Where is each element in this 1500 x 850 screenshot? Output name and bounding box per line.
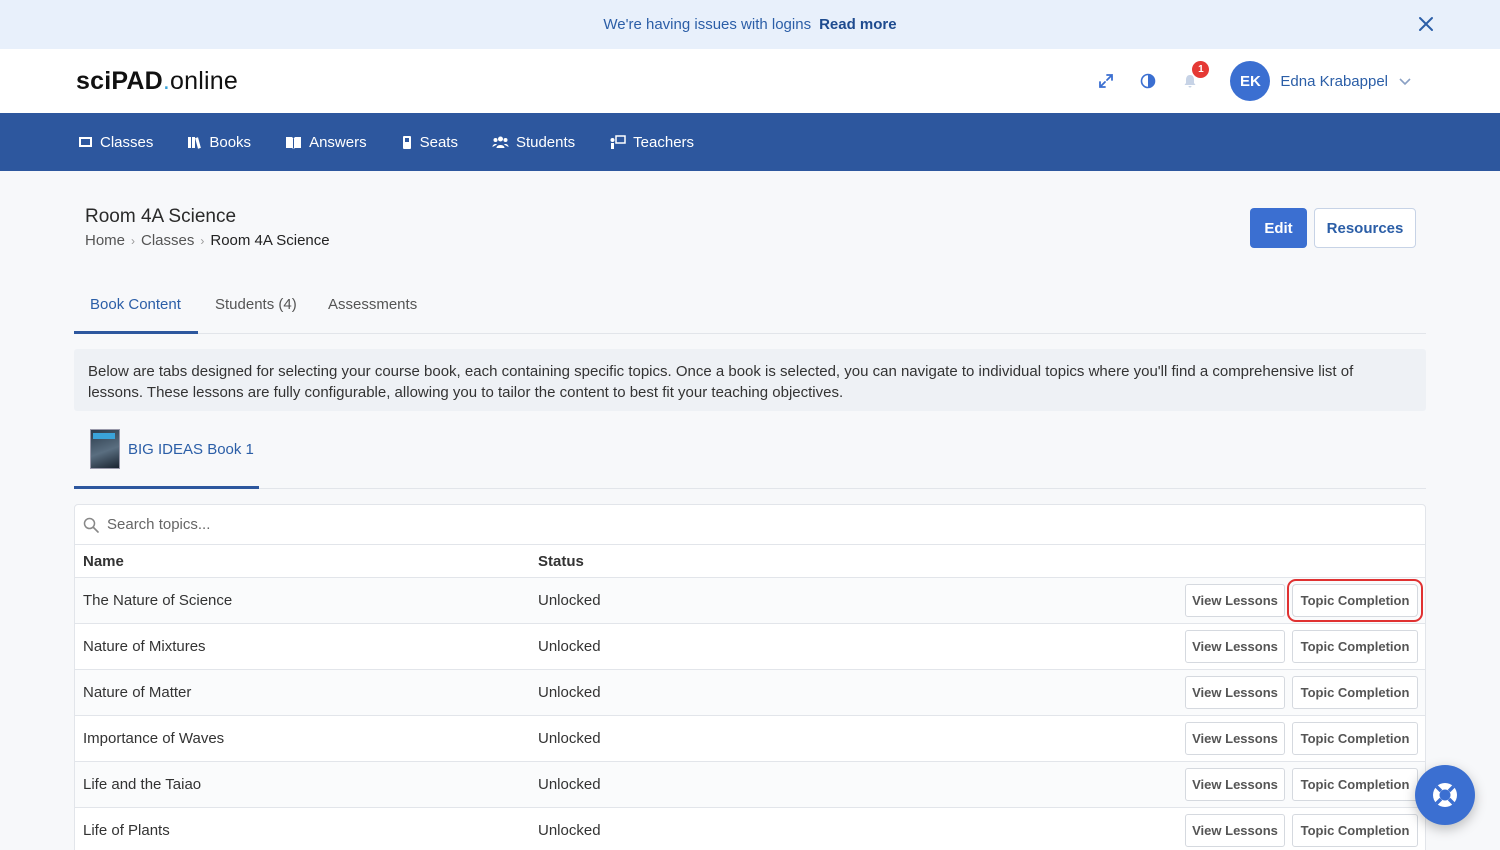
active-tab-indicator [74,331,198,334]
app-header: sciPAD.online 1 EK Edna Krabappel [0,49,1500,113]
book-tab-big-ideas-1[interactable]: BIG IDEAS Book 1 [90,429,254,469]
column-header-status[interactable]: Status [538,553,584,570]
search-input[interactable] [107,516,707,533]
nav-item-students[interactable]: Students [492,134,575,151]
tab-assessments[interactable]: Assessments [328,296,417,313]
edit-button[interactable]: Edit [1250,208,1307,248]
avatar[interactable]: EK [1230,61,1271,101]
column-header-name[interactable]: Name [83,553,124,570]
view-lessons-button[interactable]: View Lessons [1185,768,1285,801]
contrast-icon[interactable] [1138,71,1158,91]
topic-completion-button[interactable]: Topic Completion [1292,676,1418,709]
table-body: The Nature of Science Unlocked View Less… [75,578,1425,850]
classes-icon [79,136,92,147]
topic-name: Importance of Waves [83,730,225,747]
logo[interactable]: sciPAD.online [76,67,238,96]
chevron-right-icon: › [131,233,136,248]
topic-status: Unlocked [538,638,601,655]
chevron-right-icon: › [200,233,205,248]
bell-icon[interactable]: 1 [1180,61,1210,91]
breadcrumb-classes[interactable]: Classes [141,232,194,249]
search-icon [83,517,99,533]
topic-completion-button[interactable]: Topic Completion [1292,630,1418,663]
seats-icon [402,135,411,149]
topic-name: The Nature of Science [83,592,233,609]
tab-students[interactable]: Students (4) [215,296,297,313]
notification-badge: 1 [1192,61,1210,78]
table-row: Nature of Mixtures Unlocked View Lessons… [75,624,1425,670]
view-lessons-button[interactable]: View Lessons [1185,630,1285,663]
user-name[interactable]: Edna Krabappel [1280,73,1388,90]
topic-completion-button[interactable]: Topic Completion [1292,814,1418,847]
main-nav: Classes Books Answers Seats Students Tea… [0,113,1500,171]
students-icon [492,136,509,148]
banner-message: We're having issues with logins [603,16,812,33]
tab-book-content[interactable]: Book Content [90,296,181,313]
chevron-down-icon[interactable] [1398,74,1412,88]
view-lessons-button[interactable]: View Lessons [1185,722,1285,755]
topic-completion-button[interactable]: Topic Completion [1292,722,1418,755]
topic-status: Unlocked [538,730,601,747]
topic-completion-button[interactable]: Topic Completion [1287,579,1423,622]
topic-status: Unlocked [538,822,601,839]
topic-status: Unlocked [538,684,601,701]
breadcrumb: Home › Classes › Room 4A Science [85,232,330,249]
nav-item-classes[interactable]: Classes [78,134,153,151]
topic-completion-button[interactable]: Topic Completion [1292,768,1418,801]
topic-name: Nature of Mixtures [83,638,206,655]
announcement-banner: We're having issues with logins Read mor… [0,0,1500,49]
nav-item-teachers[interactable]: Teachers [609,134,694,151]
read-more-link[interactable]: Read more [819,16,897,33]
book-tab-label: BIG IDEAS Book 1 [128,440,254,458]
view-lessons-button[interactable]: View Lessons [1185,814,1285,847]
table-header: Name Status [75,545,1425,578]
breadcrumb-home[interactable]: Home [85,232,125,249]
teachers-icon [610,134,626,149]
resources-button[interactable]: Resources [1314,208,1416,248]
books-icon [188,136,202,149]
page-header: Room 4A Science Home › Classes › Room 4A… [0,171,1500,271]
answers-icon [286,136,302,149]
table-row: Importance of Waves Unlocked View Lesson… [75,716,1425,762]
view-lessons-button[interactable]: View Lessons [1185,584,1285,617]
topic-status: Unlocked [538,592,601,609]
topic-name: Life of Plants [83,822,170,839]
topics-table: Name Status The Nature of Science Unlock… [74,504,1426,850]
nav-item-seats[interactable]: Seats [401,134,458,151]
view-lessons-button[interactable]: View Lessons [1185,676,1285,709]
lifebuoy-icon [1433,783,1457,807]
table-row: Life of Plants Unlocked View Lessons Top… [75,808,1425,850]
table-row: Nature of Matter Unlocked View Lessons T… [75,670,1425,716]
page-title: Room 4A Science [85,206,237,227]
table-row: Life and the Taiao Unlocked View Lessons… [75,762,1425,808]
close-icon[interactable] [1416,14,1436,34]
book-cover-image [90,429,120,469]
topic-status: Unlocked [538,776,601,793]
topic-name: Nature of Matter [83,684,192,701]
class-tabs: Book Content Students (4) Assessments [74,271,1426,334]
topic-name: Life and the Taiao [83,776,202,793]
breadcrumb-current: Room 4A Science [210,232,330,249]
nav-item-answers[interactable]: Answers [285,134,367,151]
fullscreen-icon[interactable] [1096,71,1116,91]
nav-item-books[interactable]: Books [187,134,251,151]
active-book-indicator [74,486,259,489]
table-row: The Nature of Science Unlocked View Less… [75,578,1425,624]
help-button[interactable] [1415,765,1475,825]
info-panel: Below are tabs designed for selecting yo… [74,349,1426,411]
book-tabs: BIG IDEAS Book 1 [74,411,1426,489]
search-bar [75,505,1425,545]
